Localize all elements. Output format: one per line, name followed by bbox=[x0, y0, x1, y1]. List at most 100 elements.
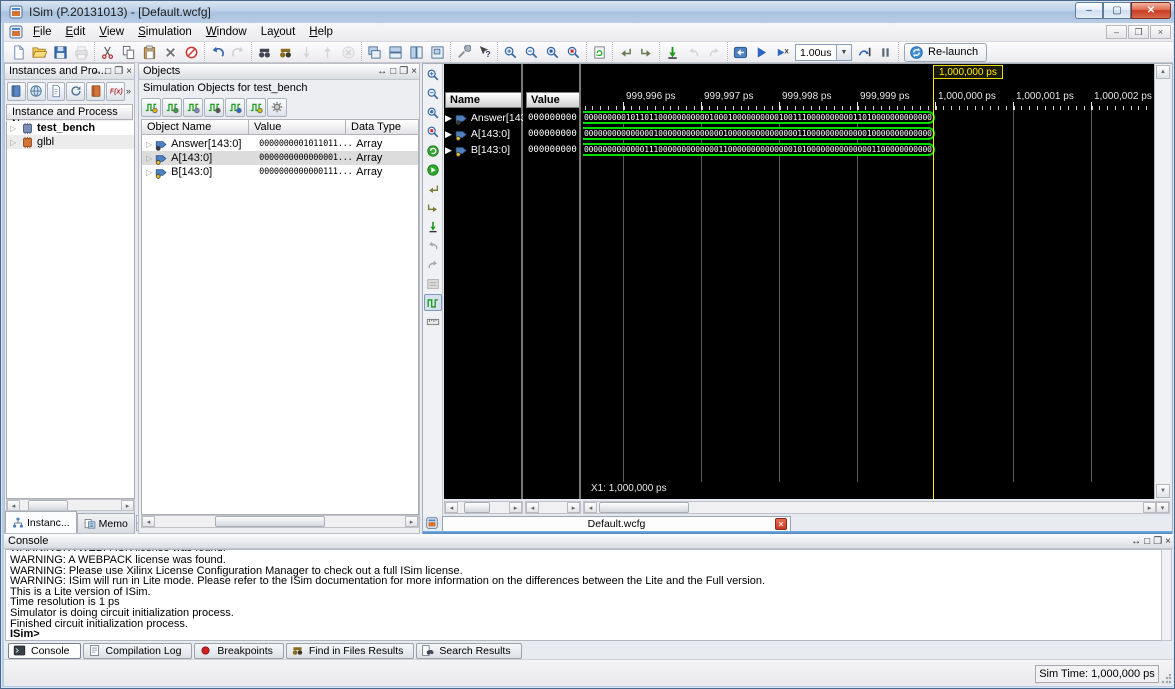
cut-icon[interactable] bbox=[97, 43, 118, 62]
restart-icon[interactable] bbox=[662, 43, 683, 62]
measure-icon[interactable] bbox=[424, 313, 442, 330]
zoom-out-icon[interactable] bbox=[521, 43, 542, 62]
expand-triangle-icon[interactable]: ▷ bbox=[146, 154, 152, 163]
block-icon[interactable] bbox=[181, 43, 202, 62]
wave-canvas[interactable]: 999,996 ps999,997 ps999,998 ps999,999 ps… bbox=[583, 64, 1153, 499]
tab-breakpoints[interactable]: Breakpoints bbox=[194, 643, 283, 659]
object-row-answer[interactable]: ▷Answer[143:0]0000000001011011...Array bbox=[142, 137, 418, 151]
fx-icon[interactable]: F(x) bbox=[106, 82, 125, 101]
expand-triangle-icon[interactable]: ▷ bbox=[146, 140, 152, 149]
object-row-b[interactable]: ▷B[143:0]0000000000000111...Array bbox=[142, 165, 418, 179]
objects-panel-title[interactable]: Objects ↔□❐× bbox=[139, 64, 419, 80]
expand-triangle-icon[interactable]: ▷ bbox=[146, 168, 152, 177]
new-file-icon[interactable] bbox=[8, 43, 29, 62]
console-vscrollbar[interactable] bbox=[1161, 549, 1172, 641]
scroll-left-arrow[interactable]: ◂ bbox=[445, 502, 458, 513]
relaunch-button[interactable]: Re-launch bbox=[904, 43, 987, 62]
restore-icon[interactable]: ❐ bbox=[1153, 535, 1162, 548]
expand-triangle-icon[interactable]: ▶ bbox=[445, 129, 452, 140]
menu-file[interactable]: File bbox=[26, 23, 59, 42]
titlebar[interactable]: ISim (P.20131013) - [Default.wcfg] –▢✕ bbox=[1, 1, 1175, 23]
close-icon[interactable]: × bbox=[126, 65, 132, 78]
sig-input-icon[interactable] bbox=[141, 98, 161, 117]
tree-item-glbl[interactable]: ▷glbl bbox=[7, 135, 134, 149]
zoom-cursor-icon[interactable] bbox=[424, 123, 442, 140]
copy-icon[interactable] bbox=[118, 43, 139, 62]
zoom-out-icon[interactable] bbox=[424, 85, 442, 102]
doc-icon[interactable] bbox=[47, 82, 66, 101]
tab-console[interactable]: Console bbox=[8, 643, 81, 659]
prev-transition-icon[interactable] bbox=[424, 180, 442, 197]
wave-signal-answer[interactable]: ▶Answer[143 bbox=[445, 110, 523, 126]
float-icon[interactable]: ↔ bbox=[92, 65, 102, 78]
step-icon[interactable] bbox=[854, 43, 875, 62]
expand-triangle-icon[interactable]: ▷ bbox=[10, 138, 18, 147]
instances-column-header[interactable]: Instance and Process Name bbox=[6, 104, 133, 120]
sig-output-icon[interactable] bbox=[162, 98, 182, 117]
menu-simulation[interactable]: Simulation bbox=[131, 23, 199, 42]
menu-help[interactable]: Help bbox=[302, 23, 340, 42]
scroll-left-arrow[interactable]: ◂ bbox=[526, 502, 539, 513]
expand-triangle-icon[interactable]: ▷ bbox=[10, 124, 18, 133]
zoom-in-icon[interactable] bbox=[500, 43, 521, 62]
run-duration-value[interactable]: 1.00us bbox=[795, 44, 837, 61]
maximize-icon[interactable]: □ bbox=[105, 65, 111, 78]
scroll-right-arrow[interactable]: ▸ bbox=[405, 516, 418, 527]
sig-constant-icon[interactable] bbox=[225, 98, 245, 117]
zoom-cursor-icon[interactable] bbox=[563, 43, 584, 62]
scroll-right-arrow[interactable]: ▸ bbox=[1143, 502, 1156, 513]
sig-internal-icon[interactable] bbox=[204, 98, 224, 117]
name-hscrollbar[interactable]: ◂ ▸ bbox=[444, 501, 523, 514]
preferences-icon[interactable] bbox=[453, 43, 474, 62]
scroll-up-arrow[interactable]: ▲ bbox=[1156, 65, 1170, 79]
close-icon[interactable]: × bbox=[411, 65, 417, 78]
float-icon[interactable]: ↔ bbox=[1131, 535, 1141, 548]
pause-icon[interactable] bbox=[875, 43, 896, 62]
layout-tile-v-icon[interactable] bbox=[406, 43, 427, 62]
objects-column-data-type[interactable]: Data Type bbox=[346, 119, 419, 135]
next-transition-icon[interactable] bbox=[424, 199, 442, 216]
menu-layout[interactable]: Layout bbox=[254, 23, 303, 42]
save-icon[interactable] bbox=[50, 43, 71, 62]
prev-marker-icon[interactable] bbox=[424, 237, 442, 254]
run-duration-combo[interactable]: 1.00us▼ bbox=[795, 44, 852, 61]
instances-tree[interactable]: ▷test_bench▷glbl bbox=[6, 121, 135, 499]
object-row-a[interactable]: ▷A[143:0]0000000000000001...Array bbox=[142, 151, 418, 165]
wave-doc-icon[interactable] bbox=[424, 516, 440, 530]
menu-window[interactable]: Window bbox=[199, 23, 254, 42]
resize-grip[interactable] bbox=[1161, 674, 1171, 684]
tab-find-in-files-results[interactable]: Find in Files Results bbox=[286, 643, 415, 659]
sim-run-icon[interactable] bbox=[424, 161, 442, 178]
scroll-left-arrow[interactable]: ◂ bbox=[142, 516, 155, 527]
tab-compilation-log[interactable]: Compilation Log bbox=[83, 643, 193, 659]
sig-variable-icon[interactable] bbox=[246, 98, 266, 117]
settings-icon[interactable] bbox=[267, 98, 287, 117]
mdi-minimize-icon[interactable]: – bbox=[1106, 25, 1127, 39]
undo-icon[interactable] bbox=[207, 43, 228, 62]
tab-search-results[interactable]: Search Results bbox=[416, 643, 521, 659]
scroll-thumb[interactable] bbox=[599, 502, 689, 513]
maximize-icon[interactable]: □ bbox=[390, 65, 396, 78]
tab-memo[interactable]: Memo bbox=[77, 513, 135, 533]
scroll-left-arrow[interactable]: ◂ bbox=[584, 502, 597, 513]
expand-triangle-icon[interactable]: ▶ bbox=[445, 113, 452, 124]
tab-instanc[interactable]: Instanc... bbox=[5, 511, 77, 533]
tree-item-test_bench[interactable]: ▷test_bench bbox=[7, 121, 134, 135]
jump-forward-icon[interactable] bbox=[636, 43, 657, 62]
minimize-button[interactable]: – bbox=[1075, 2, 1103, 19]
wave-tab-default-wcfg[interactable]: Default.wcfg ✕ bbox=[442, 516, 791, 531]
scroll-right-arrow[interactable]: ▸ bbox=[567, 502, 580, 513]
objects-column-value[interactable]: Value bbox=[249, 119, 346, 135]
expand-triangle-icon[interactable]: ▶ bbox=[445, 145, 452, 156]
swap-icon[interactable] bbox=[424, 275, 442, 292]
scroll-thumb[interactable] bbox=[215, 516, 325, 527]
jump-back-icon[interactable] bbox=[615, 43, 636, 62]
scroll-thumb[interactable] bbox=[464, 502, 490, 513]
menu-edit[interactable]: Edit bbox=[59, 23, 93, 42]
zoom-full-icon[interactable] bbox=[542, 43, 563, 62]
layout-cascade-icon[interactable] bbox=[364, 43, 385, 62]
chevron-down-icon[interactable]: ▼ bbox=[837, 44, 852, 61]
zoom-in-icon[interactable] bbox=[424, 66, 442, 83]
console-panel-title[interactable]: Console ↔□❐× bbox=[4, 534, 1173, 549]
mdi-close-icon[interactable]: × bbox=[1150, 25, 1171, 39]
